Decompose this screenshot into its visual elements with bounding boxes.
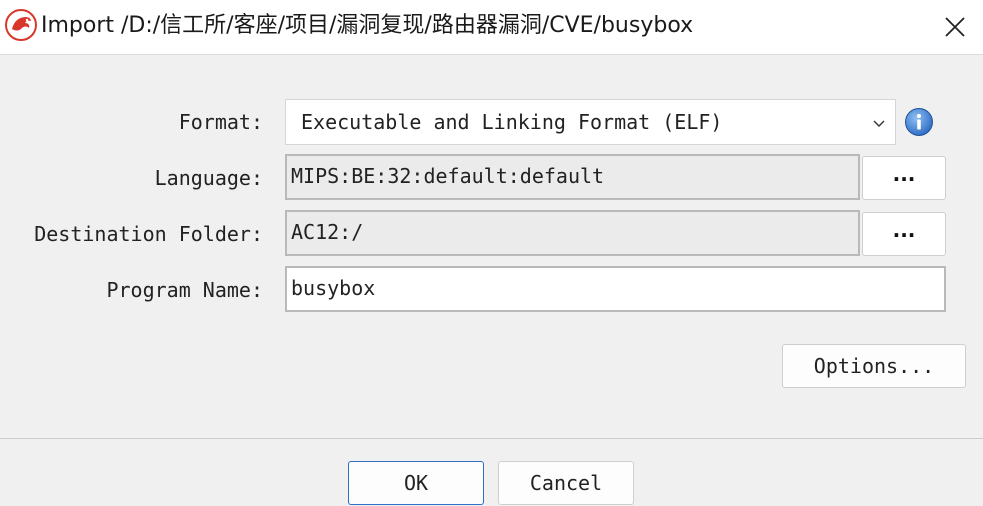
- chevron-down-icon: [873, 120, 885, 127]
- import-dialog: Import /D:/信工所/客座/项目/漏洞复现/路由器漏洞/CVE/busy…: [0, 0, 983, 506]
- destination-folder-label: Destination Folder:: [34, 222, 263, 246]
- info-icon[interactable]: [904, 107, 934, 137]
- destination-folder-field: AC12:/: [285, 210, 860, 256]
- title-bar: Import /D:/信工所/客座/项目/漏洞复现/路由器漏洞/CVE/busy…: [0, 0, 983, 55]
- close-button[interactable]: [927, 0, 983, 54]
- language-label: Language:: [154, 166, 263, 190]
- format-label: Format:: [178, 110, 263, 134]
- language-field: MIPS:BE:32:default:default: [285, 154, 860, 200]
- program-name-label: Program Name:: [106, 278, 263, 302]
- window-title: Import /D:/信工所/客座/项目/漏洞复现/路由器漏洞/CVE/busy…: [41, 13, 694, 38]
- language-browse-button[interactable]: ...: [862, 156, 946, 200]
- ok-button[interactable]: OK: [348, 461, 484, 505]
- options-button[interactable]: Options...: [782, 344, 966, 388]
- close-icon: [945, 17, 965, 37]
- ghidra-dragon-icon: [5, 9, 37, 41]
- button-bar: OK Cancel: [0, 438, 983, 506]
- format-value: Executable and Linking Format (ELF): [301, 110, 723, 134]
- program-name-input[interactable]: busybox: [285, 266, 946, 312]
- cancel-button[interactable]: Cancel: [498, 461, 634, 505]
- format-select[interactable]: Executable and Linking Format (ELF): [285, 99, 896, 145]
- form-area: Format: Executable and Linking Format (E…: [0, 55, 983, 438]
- destination-browse-button[interactable]: ...: [862, 212, 946, 256]
